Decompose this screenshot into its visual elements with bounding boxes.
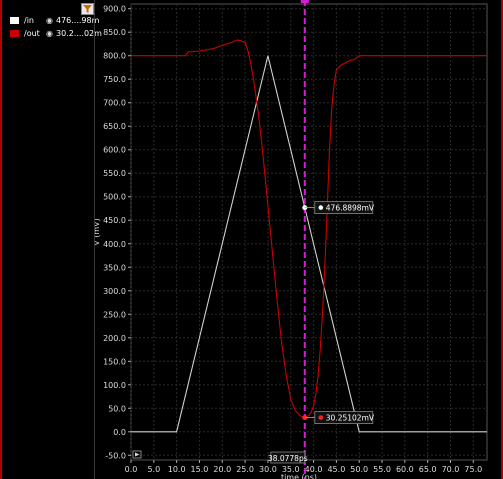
x-tick-label: 55.0 (373, 465, 391, 474)
plot-area (130, 3, 488, 461)
marker-label: 476.8898mV (326, 204, 375, 213)
x-tick-label: 5.0 (147, 465, 160, 474)
marker-label-dot (318, 205, 324, 210)
filter-icon (83, 5, 92, 13)
x-tick-label: 30.0 (259, 465, 277, 474)
y-axis-label: V (mV) (95, 218, 101, 246)
y-tick-label: 100.0 (103, 381, 126, 390)
x-tick-label: 20.0 (213, 465, 231, 474)
x-tick-label: 60.0 (396, 465, 414, 474)
y-tick-label: 200.0 (103, 334, 126, 343)
y-tick-label: 450.0 (103, 216, 126, 225)
y-tick-label: 900.0 (103, 5, 126, 14)
x-tick-label: 50.0 (350, 465, 368, 474)
y-tick-label: 500.0 (103, 193, 126, 202)
y-tick-label: 750.0 (103, 75, 126, 84)
y-tick-label: 150.0 (103, 357, 126, 366)
y-tick-label: -50.0 (105, 451, 126, 460)
legend-swatch-in (10, 16, 19, 24)
cursor-label: 38.0778ps (268, 454, 308, 463)
legend-label: /in (24, 15, 34, 25)
y-tick-label: 550.0 (103, 169, 126, 178)
cursor-handle[interactable] (300, 0, 309, 3)
legend-panel: /in ◉ 476....98m /out ◉ 30.2....02m (2, 0, 102, 479)
eye-icon[interactable]: ◉ (46, 29, 53, 38)
legend-swatch-out (10, 29, 19, 37)
marker-label-dot (318, 415, 324, 420)
legend-label: /out (24, 28, 40, 38)
y-tick-label: 50.0 (108, 404, 126, 413)
filter-button[interactable] (81, 3, 94, 15)
y-tick-label: 700.0 (103, 99, 126, 108)
y-tick-label: 350.0 (103, 263, 126, 272)
y-tick-label: 300.0 (103, 287, 126, 296)
x-tick-label: 65.0 (419, 465, 437, 474)
marker-label: 30.25102mV (326, 414, 375, 423)
waveform-chart[interactable]: 0.0 5.0 10.0 15.0 20.0 25.0 30.0 35.0 40.0 45.0 50… (95, 0, 501, 479)
y-tick-label: 800.0 (103, 52, 126, 61)
x-tick-label: 75.0 (464, 465, 482, 474)
legend-value: 476....98m (55, 15, 100, 25)
y-tick-label: 0.0 (113, 428, 126, 437)
x-tick-label: 10.0 (168, 465, 186, 474)
x-tick-label: 25.0 (236, 465, 254, 474)
y-tick-label: 400.0 (103, 240, 126, 249)
y-tick-label: 250.0 (103, 310, 126, 319)
x-axis-label: time (ps) (281, 473, 317, 479)
y-tick-label: 650.0 (103, 122, 126, 131)
y-tick-label: 850.0 (103, 28, 126, 37)
x-tick-label: 0.0 (125, 465, 138, 474)
eye-icon[interactable]: ◉ (46, 16, 53, 25)
x-tick-label: 70.0 (442, 465, 460, 474)
legend-item-out[interactable]: /out ◉ 30.2....02m (10, 27, 102, 39)
y-tick-label: 600.0 (103, 146, 126, 155)
legend-item-in[interactable]: /in ◉ 476....98m (10, 14, 99, 26)
x-tick-label: 15.0 (191, 465, 209, 474)
x-tick-label: 45.0 (327, 465, 345, 474)
